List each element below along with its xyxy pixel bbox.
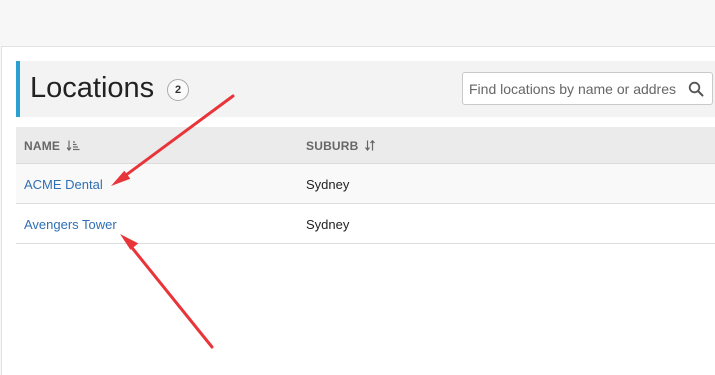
table-row: ACME Dental Sydney bbox=[16, 164, 715, 204]
sort-amount-asc-icon bbox=[66, 140, 80, 152]
column-header-suburb[interactable]: SUBURB bbox=[306, 138, 376, 153]
search-input[interactable] bbox=[469, 77, 681, 101]
location-suburb: Sydney bbox=[306, 217, 350, 232]
search-icon[interactable] bbox=[688, 81, 704, 97]
location-name-link[interactable]: ACME Dental bbox=[24, 177, 103, 192]
column-header-label: SUBURB bbox=[306, 138, 359, 153]
page-title: Locations bbox=[30, 72, 155, 104]
search-box[interactable] bbox=[462, 72, 713, 105]
column-header-name[interactable]: NAME bbox=[24, 138, 80, 153]
table-header: NAME SUBURB bbox=[16, 127, 715, 164]
page-header: Locations 2 bbox=[16, 61, 715, 117]
top-band bbox=[0, 0, 715, 46]
main-content: Locations 2 NAME bbox=[1, 46, 715, 375]
locations-table: NAME SUBURB ACME Dental Sydney Avengers … bbox=[16, 127, 715, 244]
location-name-link[interactable]: Avengers Tower bbox=[24, 217, 117, 232]
column-header-label: NAME bbox=[24, 138, 61, 153]
count-badge: 2 bbox=[167, 79, 189, 101]
sort-icon bbox=[365, 140, 376, 152]
location-suburb: Sydney bbox=[306, 177, 350, 192]
table-row: Avengers Tower Sydney bbox=[16, 204, 715, 244]
